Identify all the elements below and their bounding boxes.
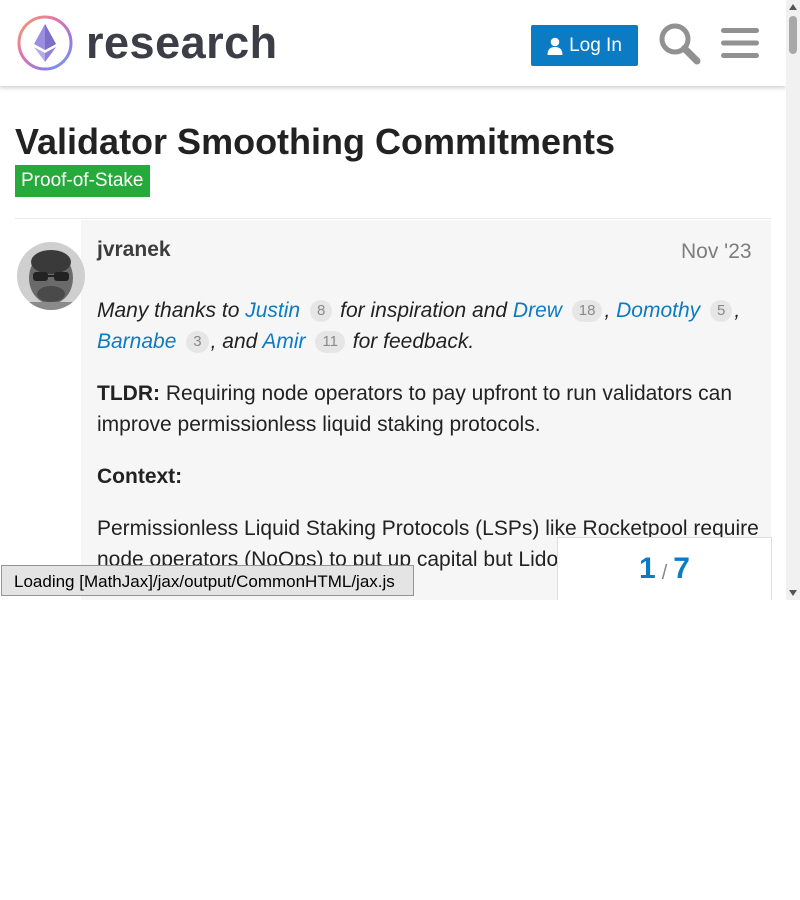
mention-link[interactable]: Domothy	[616, 299, 700, 322]
context-label: Context:	[97, 465, 183, 488]
login-label: Log In	[569, 34, 622, 56]
scroll-down-arrow-icon[interactable]	[786, 586, 800, 600]
menu-button[interactable]	[717, 20, 763, 66]
user-icon	[547, 37, 563, 55]
post-username[interactable]: jvranek	[97, 238, 171, 262]
thanks-mid: for inspiration and	[334, 299, 513, 322]
site-header: research Log In	[0, 0, 786, 86]
thanks-text: Many thanks to Justin 8 for inspiration …	[97, 299, 740, 353]
vertical-scrollbar[interactable]	[786, 0, 800, 600]
current-post-number: 1	[639, 552, 656, 585]
context-heading: Context:	[97, 461, 761, 492]
scroll-up-arrow-icon[interactable]	[786, 0, 800, 14]
topic-title[interactable]: Validator Smoothing Commitments	[15, 119, 615, 165]
tldr-label: TLDR:	[97, 382, 160, 405]
mention-count-badge: 8	[309, 300, 333, 322]
topic-progress-timeline[interactable]: 1 / 7	[557, 537, 772, 600]
separator: , and	[210, 330, 263, 353]
avatar[interactable]	[17, 242, 85, 310]
post-date[interactable]: Nov '23	[681, 240, 752, 264]
separator: ,	[604, 299, 617, 322]
separator: ,	[734, 299, 741, 322]
tldr-paragraph: TLDR: Requiring node operators to pay up…	[97, 378, 761, 440]
progress-separator: /	[661, 561, 668, 584]
thanks-paragraph: Many thanks to Justin 8 for inspiration …	[97, 295, 761, 357]
mathjax-loading-status: Loading [MathJax]/jax/output/CommonHTML/…	[1, 565, 414, 596]
search-button[interactable]	[656, 20, 702, 66]
avatar-image-icon	[17, 242, 85, 310]
mention-link[interactable]: Drew	[513, 299, 562, 322]
divider	[15, 218, 771, 219]
search-icon	[659, 23, 701, 65]
thanks-prefix: Many thanks to	[97, 299, 246, 322]
mention-link[interactable]: Amir	[262, 330, 305, 353]
mention-count-badge: 18	[571, 300, 603, 322]
mention-count-badge: 3	[186, 331, 209, 353]
mention-count-badge: 5	[710, 300, 733, 322]
page-viewport: research Log In Validator Smoothing Comm…	[0, 0, 786, 600]
scrollbar-thumb[interactable]	[789, 16, 797, 54]
thanks-suffix: for feedback.	[346, 330, 475, 353]
ethereum-logo-icon	[17, 15, 73, 71]
category-badge[interactable]: Proof-of-Stake	[15, 165, 150, 197]
login-button[interactable]: Log In	[531, 25, 638, 66]
site-name: research	[86, 17, 278, 68]
mention-link[interactable]: Justin	[245, 299, 300, 322]
hamburger-menu-icon	[721, 28, 759, 58]
mention-count-badge: 11	[315, 331, 345, 353]
mention-link[interactable]: Barnabe	[97, 330, 176, 353]
tldr-text: Requiring node operators to pay upfront …	[97, 382, 732, 436]
site-logo[interactable]: research	[16, 14, 278, 72]
total-posts: 7	[673, 552, 690, 585]
